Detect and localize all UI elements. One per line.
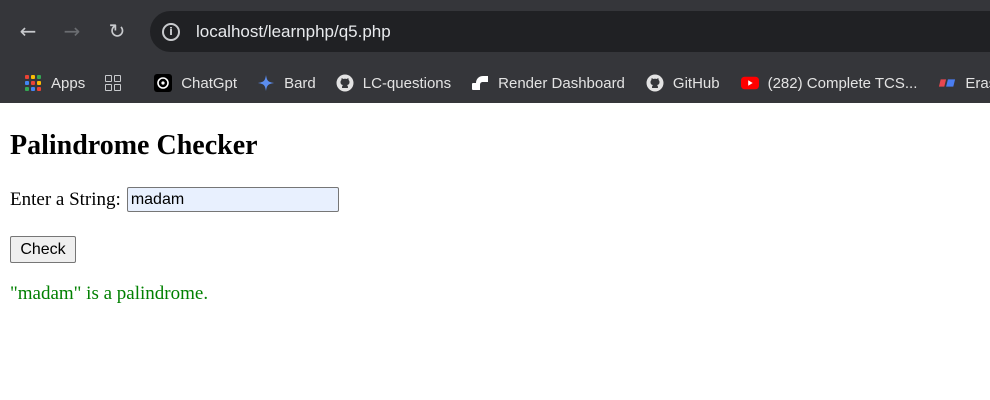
tab-groups-button[interactable]	[104, 74, 131, 92]
bookmark-github[interactable]: GitHub	[646, 74, 720, 92]
bookmark-bard[interactable]: Bard	[257, 74, 316, 92]
info-icon[interactable]: i	[162, 22, 180, 41]
eraser-icon	[938, 74, 956, 92]
bookmarks-bar: Apps ChatGpt Bard LC-questions Render Da…	[0, 63, 990, 103]
back-icon[interactable]: ←	[13, 16, 43, 46]
result-message: "madam" is a palindrome.	[10, 283, 209, 304]
address-bar[interactable]: i localhost/learnphp/q5.php	[150, 11, 990, 52]
bookmark-chatgpt[interactable]: ChatGpt	[154, 74, 237, 92]
string-form-row: Enter a String:	[10, 187, 980, 212]
sparkle-icon	[257, 74, 275, 92]
bookmark-youtube[interactable]: (282) Complete TCS...	[740, 74, 918, 92]
bookmark-label: LC-questions	[362, 74, 452, 92]
string-input-label: Enter a String:	[10, 188, 121, 210]
forward-icon[interactable]: →	[57, 16, 87, 46]
youtube-icon	[740, 74, 759, 92]
render-icon	[471, 74, 489, 92]
bookmark-label: (282) Complete TCS...	[767, 74, 918, 92]
browser-chrome: ← → ↻ i localhost/learnphp/q5.php Apps C…	[0, 0, 990, 103]
bookmark-label: ChatGpt	[181, 74, 238, 92]
chatgpt-icon	[154, 74, 173, 92]
github-icon	[336, 74, 354, 92]
bookmark-label: Bard	[284, 74, 316, 92]
string-input[interactable]	[126, 187, 339, 212]
url-text[interactable]: localhost/learnphp/q5.php	[196, 22, 391, 42]
github-icon	[646, 74, 664, 92]
bookmark-label: Render Dashboard	[498, 74, 625, 92]
bookmark-label: Apps	[51, 74, 86, 92]
apps-grid-icon	[24, 74, 42, 92]
bookmark-lc-questions[interactable]: LC-questions	[336, 74, 451, 92]
bookmark-label: Eras	[965, 74, 990, 92]
bookmark-render-dashboard[interactable]: Render Dashboard	[471, 74, 625, 92]
browser-toolbar: ← → ↻ i localhost/learnphp/q5.php	[0, 0, 990, 63]
page-content: Palindrome Checker Enter a String: Check…	[0, 103, 990, 305]
reload-icon[interactable]: ↻	[102, 16, 132, 46]
bookmark-label: GitHub	[672, 74, 720, 92]
page-title: Palindrome Checker	[10, 130, 258, 161]
tiles-icon	[104, 74, 122, 92]
check-button[interactable]: Check	[10, 236, 76, 263]
bookmark-apps[interactable]: Apps	[24, 74, 85, 92]
bookmark-eraser[interactable]: Eras	[938, 74, 990, 92]
